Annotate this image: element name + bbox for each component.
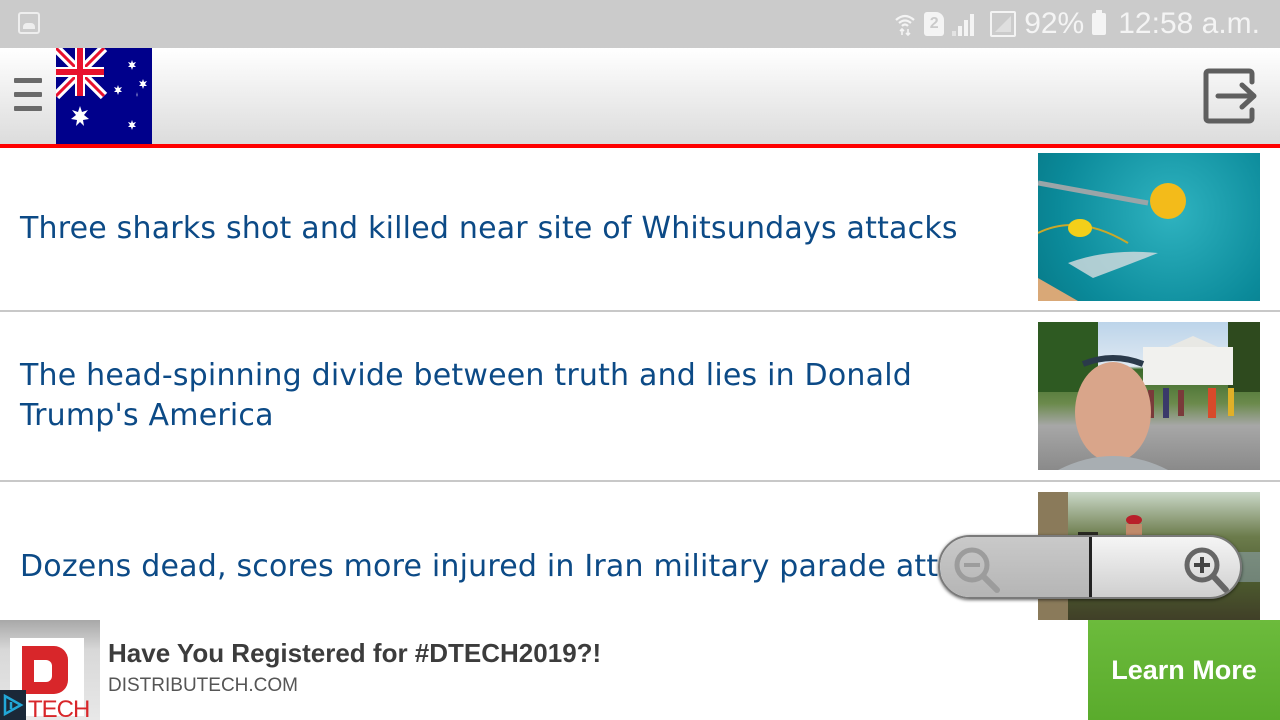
logout-icon[interactable] (1202, 68, 1260, 124)
zoom-in-icon (1184, 547, 1229, 593)
app-header (0, 48, 1280, 148)
news-headline[interactable]: Dozens dead, scores more injured in Iran… (20, 547, 991, 587)
zoom-out-icon (954, 547, 1000, 593)
sim-icon: 2 (924, 12, 945, 36)
ad-logo-text: TECH (28, 696, 90, 720)
news-item[interactable]: The head-spinning divide between truth a… (0, 312, 1280, 482)
status-bar: 2 92% 12:58 a.m. (0, 0, 1280, 48)
news-headline[interactable]: The head-spinning divide between truth a… (20, 356, 960, 436)
status-icons: 2 92% 12:58 a.m. (894, 6, 1260, 42)
gallery-icon (18, 12, 40, 34)
zoom-control (938, 535, 1242, 599)
australia-flag[interactable] (56, 48, 152, 144)
news-item[interactable]: Three sharks shot and killed near site o… (0, 148, 1280, 312)
news-headline[interactable]: Three sharks shot and killed near site o… (20, 209, 960, 249)
hamburger-icon[interactable] (14, 78, 42, 114)
zoom-in-button[interactable] (1091, 537, 1240, 597)
ad-choices-icon[interactable] (0, 690, 26, 720)
battery-icon (1092, 10, 1107, 35)
white-house-selfie-photo[interactable] (1038, 322, 1260, 470)
zoom-out-button[interactable] (940, 537, 1092, 597)
ad-title[interactable]: Have You Registered for #DTECH2019?! (108, 638, 601, 669)
ad-banner[interactable]: TECH Have You Registered for #DTECH2019?… (0, 620, 1280, 720)
signal-icon (952, 12, 982, 36)
signal-secondary-icon (990, 11, 1017, 37)
ad-domain: DISTRIBUTECH.COM (108, 675, 298, 696)
sharks-buoy-photo[interactable] (1038, 153, 1260, 301)
wifi-icon (894, 12, 916, 37)
clock: 12:58 a.m. (1118, 7, 1260, 40)
learn-more-button[interactable]: Learn More (1088, 620, 1280, 720)
battery-percent: 92% (1024, 7, 1085, 40)
